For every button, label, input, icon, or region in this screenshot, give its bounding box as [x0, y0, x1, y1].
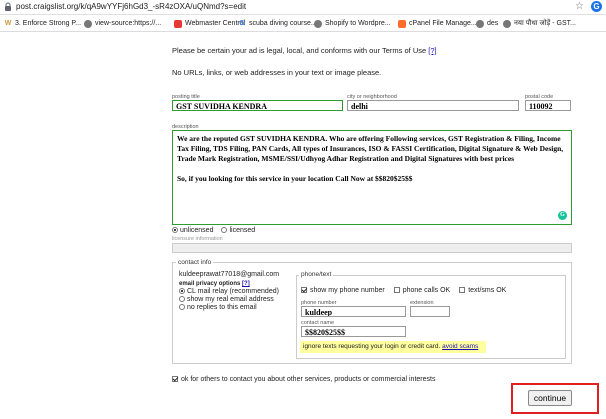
- bookmark-label: Webmaster Central: [185, 20, 246, 27]
- privacy-option-label: CL mail relay (recommended): [187, 288, 279, 295]
- w-icon: W: [4, 19, 12, 27]
- phone-options: show my phone number phone calls OK text…: [301, 287, 506, 294]
- postal-code-input[interactable]: 110092: [525, 100, 571, 111]
- description-textarea[interactable]: We are the reputed GST SUVIDHA KENDRA. W…: [172, 130, 572, 225]
- radio-selected-icon: [179, 288, 185, 295]
- ok-contact-label: ok for others to contact you about other…: [181, 376, 436, 383]
- checkbox-icon: [459, 287, 466, 294]
- google-icon: G: [239, 19, 245, 27]
- bookmark-item[interactable]: des: [476, 18, 498, 29]
- legal-notice-text: Please be certain your ad is legal, loca…: [172, 46, 427, 55]
- bookmark-label: Shopify to Wordpre...: [325, 20, 391, 27]
- email-privacy-label: email privacy options [?]: [179, 281, 250, 287]
- cpanel-icon: [398, 19, 406, 28]
- legal-notice: Please be certain your ad is legal, loca…: [172, 46, 437, 55]
- profile-icon[interactable]: G: [591, 1, 602, 12]
- text-sms-ok-label: text/sms OK: [468, 287, 507, 294]
- bookmark-star-icon[interactable]: ☆: [575, 1, 584, 12]
- bookmark-label: scuba diving course...: [249, 20, 317, 27]
- scam-warning-text: ignore texts requesting your login or cr…: [303, 343, 441, 350]
- webmaster-icon: [174, 19, 182, 28]
- bookmarks-bar: W 3. Enforce Strong P... view-source:htt…: [0, 15, 606, 32]
- phone-calls-ok-checkbox[interactable]: phone calls OK: [393, 287, 451, 294]
- phone-text-legend: phone/text: [299, 271, 334, 278]
- license-options: unlicensed licensed: [172, 227, 255, 234]
- show-phone-label: show my phone number: [310, 287, 385, 294]
- city-input[interactable]: delhi: [347, 100, 519, 111]
- scam-warning: ignore texts requesting your login or cr…: [300, 341, 486, 353]
- checkbox-icon: [393, 287, 400, 294]
- privacy-option-relay[interactable]: CL mail relay (recommended): [179, 288, 279, 295]
- lock-icon: [5, 2, 11, 11]
- bookmark-item[interactable]: Webmaster Central: [174, 18, 245, 29]
- privacy-option-label: show my real email address: [187, 296, 274, 303]
- show-phone-checkbox[interactable]: show my phone number: [301, 287, 385, 294]
- globe-icon: [314, 19, 322, 28]
- posting-title-input[interactable]: GST SUVIDHA KENDRA: [172, 100, 343, 111]
- terms-help-link[interactable]: [?]: [428, 46, 436, 55]
- bookmark-item[interactable]: नया पौधा जोड़ें - GST...: [503, 18, 576, 29]
- bookmark-item[interactable]: W 3. Enforce Strong P...: [4, 18, 81, 29]
- globe-icon: [84, 19, 92, 28]
- privacy-option-real-email[interactable]: show my real email address: [179, 296, 274, 303]
- ok-contact-checkbox[interactable]: ok for others to contact you about other…: [172, 376, 435, 383]
- url-text[interactable]: post.craigslist.org/k/qA9wYYFj6hGd3_-sR4…: [16, 2, 246, 11]
- license-unlicensed-option[interactable]: unlicensed: [172, 227, 213, 234]
- extension-input[interactable]: [410, 306, 450, 317]
- email-privacy-help-link[interactable]: [?]: [242, 281, 250, 287]
- bookmark-item[interactable]: view-source:https://...: [84, 18, 161, 29]
- bookmark-label: des: [487, 20, 499, 27]
- bookmark-item[interactable]: G scuba diving course...: [238, 18, 317, 29]
- grammarly-icon[interactable]: G: [558, 211, 567, 220]
- license-unlicensed-label: unlicensed: [180, 227, 214, 234]
- checkbox-checked-icon: [172, 376, 178, 383]
- email-address: kuldeeprawat77018@gmail.com: [179, 271, 280, 278]
- license-info-label: licensure information: [172, 236, 223, 242]
- avoid-scams-link[interactable]: avoid scams: [442, 343, 478, 350]
- phone-calls-ok-label: phone calls OK: [402, 287, 451, 294]
- bookmark-item[interactable]: Shopify to Wordpre...: [314, 18, 391, 29]
- bookmark-label: नया पौधा जोड़ें - GST...: [514, 20, 576, 27]
- radio-icon: [179, 304, 185, 311]
- radio-selected-icon: [172, 227, 178, 234]
- license-licensed-label: licensed: [229, 227, 256, 234]
- checkbox-checked-icon: [301, 287, 307, 294]
- description-paragraph: We are the reputed GST SUVIDHA KENDRA. W…: [177, 134, 564, 163]
- contact-info-legend: contact info: [176, 259, 214, 266]
- text-sms-ok-checkbox[interactable]: text/sms OK: [459, 287, 506, 294]
- phone-number-input[interactable]: kuldeep: [301, 306, 406, 317]
- privacy-option-label: no replies to this email: [187, 304, 257, 311]
- license-info-input: [172, 243, 572, 253]
- contact-name-input[interactable]: $$820$25$$: [301, 326, 406, 337]
- privacy-option-no-replies[interactable]: no replies to this email: [179, 304, 257, 311]
- radio-icon: [179, 296, 185, 303]
- bookmark-label: 3. Enforce Strong P...: [15, 20, 82, 27]
- email-privacy-text: email privacy options: [179, 281, 241, 287]
- address-bar[interactable]: post.craigslist.org/k/qA9wYYFj6hGd3_-sR4…: [0, 0, 606, 15]
- radio-icon: [221, 227, 228, 234]
- globe-icon: [476, 19, 484, 28]
- no-urls-notice: No URLs, links, or web addresses in your…: [172, 68, 382, 77]
- globe-icon: [503, 19, 511, 28]
- bookmark-label: view-source:https://...: [95, 20, 162, 27]
- description-paragraph: So, if you looking for this service in y…: [177, 174, 413, 183]
- bookmark-item[interactable]: cPanel File Manage...: [398, 18, 477, 29]
- bookmark-label: cPanel File Manage...: [409, 20, 477, 27]
- license-licensed-option[interactable]: licensed: [221, 227, 255, 234]
- continue-button[interactable]: continue: [528, 390, 572, 406]
